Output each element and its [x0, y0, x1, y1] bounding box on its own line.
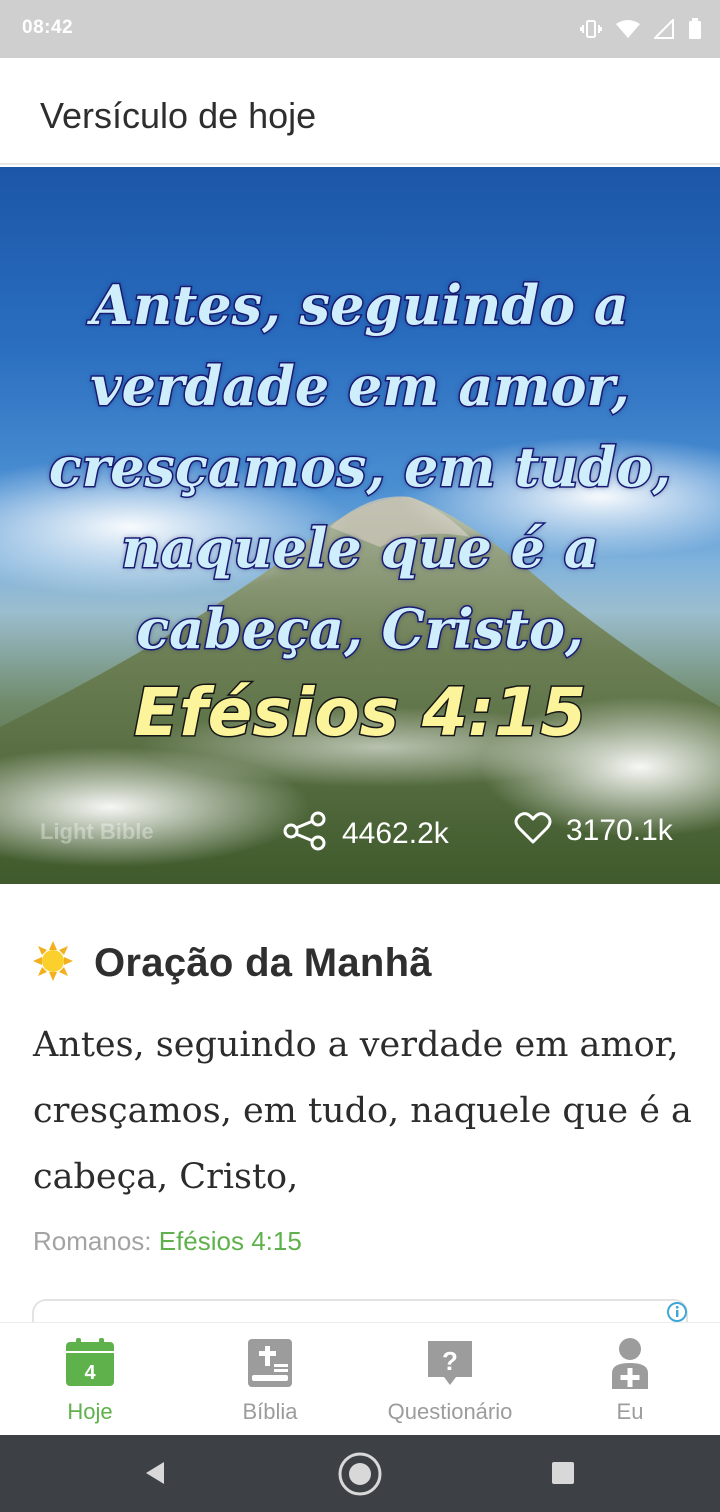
verse-line: naquele que é a	[120, 515, 601, 582]
app-header: Versículo de hoje	[0, 58, 720, 165]
calendar-icon: 4	[64, 1337, 116, 1389]
verse-line: verdade em amor,	[89, 353, 632, 420]
prayer-ref-prefix: Romanos:	[33, 1226, 159, 1256]
nav-item-hoje[interactable]: 4 Hoje	[0, 1323, 180, 1436]
prayer-ref-link[interactable]: Efésios 4:15	[159, 1226, 302, 1256]
verse-line: cabeça, Cristo,	[135, 596, 586, 663]
verse-line: Antes, seguindo a	[90, 272, 631, 339]
page-title: Versículo de hoje	[40, 95, 317, 136]
share-button[interactable]: 4462.2k	[282, 811, 449, 856]
status-icons	[580, 16, 702, 42]
nav-item-questionario[interactable]: ? Questionário	[360, 1323, 540, 1436]
nav-label-hoje: Hoje	[67, 1399, 113, 1424]
home-icon[interactable]	[337, 1451, 383, 1502]
quiz-icon: ?	[424, 1337, 476, 1389]
wifi-icon	[616, 19, 640, 39]
vibrate-icon	[580, 18, 602, 40]
verse-image-card[interactable]: Antes, seguindo a verdade em amor, cresç…	[0, 167, 720, 884]
prayer-header: Oração da Manhã	[32, 940, 432, 987]
status-time: 08:42	[22, 17, 74, 38]
watermark: Light Bible	[40, 819, 154, 844]
signal-icon	[654, 19, 674, 39]
bottom-nav: 4 Hoje Bíblia ? Questionário Eu	[0, 1322, 720, 1435]
nav-label-questionario: Questionário	[387, 1399, 513, 1424]
prayer-title: Oração da Manhã	[94, 941, 432, 985]
prayer-reference: Romanos: Efésios 4:15	[33, 1226, 302, 1257]
status-bar: 08:42	[0, 0, 720, 58]
system-nav-bar	[0, 1435, 720, 1512]
profile-icon	[604, 1337, 656, 1389]
prayer-body: Antes, seguindo a verdade em amor, cresç…	[33, 1025, 692, 1197]
share-icon	[282, 811, 328, 856]
verse-line: cresçamos, em tudo,	[47, 434, 672, 501]
svg-text:?: ?	[442, 1346, 458, 1376]
calendar-day: 4	[84, 1362, 96, 1384]
heart-icon	[514, 811, 552, 850]
nav-item-biblia[interactable]: Bíblia	[180, 1323, 360, 1436]
nav-item-eu[interactable]: Eu	[540, 1323, 720, 1436]
share-count: 4462.2k	[342, 816, 449, 850]
battery-icon	[688, 18, 702, 40]
back-icon[interactable]	[142, 1460, 168, 1491]
sun-icon	[32, 940, 74, 987]
verse-reference: Efésios 4:15	[132, 673, 587, 753]
nav-label-biblia: Bíblia	[242, 1399, 298, 1424]
nav-label-eu: Eu	[616, 1399, 644, 1424]
recents-icon[interactable]	[551, 1461, 575, 1490]
verse-text: Antes, seguindo a verdade em amor, cresç…	[30, 265, 690, 670]
like-button[interactable]: 3170.1k	[514, 811, 673, 850]
like-count: 3170.1k	[566, 813, 673, 847]
bible-icon	[244, 1337, 296, 1389]
